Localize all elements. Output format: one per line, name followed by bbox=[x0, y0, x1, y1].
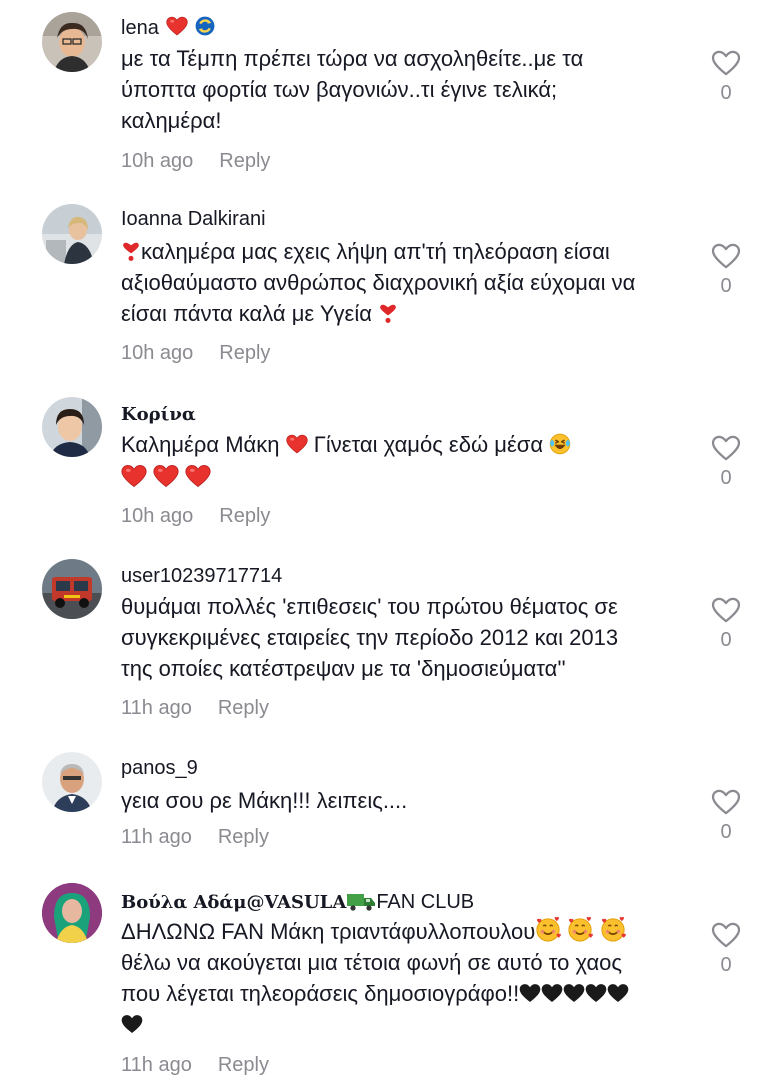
red-heart-icon bbox=[153, 464, 179, 488]
like-count: 0 bbox=[720, 82, 732, 104]
comment-timestamp: 10h ago bbox=[121, 505, 194, 527]
like-button[interactable]: 0 bbox=[708, 50, 744, 105]
comment-text: ΔΗΛΩΝΩ FAN Μάκη τριαντάφυλλοπουλου θέλω … bbox=[121, 916, 691, 1040]
comment-username[interactable]: user10239717714 bbox=[121, 565, 282, 588]
comment-timestamp: 10h ago bbox=[121, 342, 194, 364]
black-heart-icon bbox=[541, 982, 563, 1004]
comment-text: Καλημέρα Μάκη Γίνεται χαμός εδώ μέσα bbox=[121, 429, 691, 493]
comment-text: καλημέρα μας εχεις λήψη απ'τή τηλεόραση … bbox=[121, 239, 636, 326]
comment-username[interactable]: panos_9 bbox=[121, 757, 198, 780]
comment-username[interactable]: lena bbox=[121, 15, 216, 40]
avatar[interactable] bbox=[42, 397, 102, 457]
exclamation-heart-icon bbox=[121, 242, 141, 262]
heart-outline-icon bbox=[711, 50, 741, 76]
like-count: 0 bbox=[720, 467, 732, 489]
reply-button[interactable]: Reply bbox=[218, 826, 269, 848]
smiling-hearts-icon bbox=[600, 916, 626, 942]
reply-button[interactable]: Reply bbox=[218, 697, 269, 719]
heart-outline-icon bbox=[711, 597, 741, 623]
comment-username[interactable]: Βούλα Αδάμ@VASULA FAN CLUB bbox=[121, 890, 474, 914]
comment-meta: 10h ago Reply bbox=[121, 342, 270, 365]
black-heart-icon bbox=[519, 982, 541, 1004]
like-count: 0 bbox=[720, 954, 732, 976]
heart-outline-icon bbox=[711, 789, 741, 815]
truck-icon bbox=[347, 894, 376, 911]
comment-meta: 11h ago Reply bbox=[121, 826, 269, 849]
heart-outline-icon bbox=[711, 243, 741, 269]
exclamation-heart-icon bbox=[378, 304, 398, 324]
like-count: 0 bbox=[720, 821, 732, 843]
comment-text: με τα Τέμπη πρέπει τώρα να ασχοληθείτε..… bbox=[121, 46, 584, 133]
like-button[interactable]: 0 bbox=[708, 243, 744, 298]
comment-meta: 10h ago Reply bbox=[121, 505, 270, 528]
smiling-hearts-icon bbox=[535, 916, 561, 942]
reply-button[interactable]: Reply bbox=[218, 1054, 269, 1076]
comment-meta: 10h ago Reply bbox=[121, 150, 270, 173]
comment-timestamp: 11h ago bbox=[121, 826, 192, 848]
comment-timestamp: 11h ago bbox=[121, 1054, 192, 1076]
like-button[interactable]: 0 bbox=[708, 922, 744, 977]
like-button[interactable]: 0 bbox=[708, 789, 744, 844]
comment-timestamp: 10h ago bbox=[121, 150, 194, 172]
laughing-tears-icon bbox=[549, 433, 571, 455]
reply-button[interactable]: Reply bbox=[219, 505, 270, 527]
red-heart-icon bbox=[286, 433, 308, 455]
red-heart-icon bbox=[166, 15, 188, 37]
heart-outline-icon bbox=[711, 435, 741, 461]
comment-text: γεια σου ρε Μάκη!!! λειπεις.... bbox=[121, 788, 408, 813]
like-count: 0 bbox=[720, 629, 732, 651]
like-count: 0 bbox=[720, 275, 732, 297]
avatar[interactable] bbox=[42, 883, 102, 943]
reply-button[interactable]: Reply bbox=[219, 342, 270, 364]
red-heart-icon bbox=[121, 464, 147, 488]
reply-button[interactable]: Reply bbox=[219, 150, 270, 172]
comment-text: θυμάμαι πολλές 'επιθεσεις' του πρώτου θέ… bbox=[121, 594, 619, 681]
comment-username[interactable]: Κορίνα bbox=[121, 404, 196, 425]
smiling-hearts-icon bbox=[567, 916, 593, 942]
comment-username[interactable]: Ioanna Dalkirani bbox=[121, 208, 266, 231]
avatar[interactable] bbox=[42, 204, 102, 264]
like-button[interactable]: 0 bbox=[708, 435, 744, 490]
heart-outline-icon bbox=[711, 922, 741, 948]
avatar[interactable] bbox=[42, 12, 102, 72]
comment-timestamp: 11h ago bbox=[121, 697, 192, 719]
red-heart-icon bbox=[185, 464, 211, 488]
black-heart-icon bbox=[585, 982, 607, 1004]
comment-meta: 11h ago Reply bbox=[121, 697, 269, 720]
avatar[interactable] bbox=[42, 752, 102, 812]
comment-meta: 11h ago Reply bbox=[121, 1054, 269, 1077]
avatar[interactable] bbox=[42, 559, 102, 619]
like-button[interactable]: 0 bbox=[708, 597, 744, 652]
black-heart-icon bbox=[563, 982, 585, 1004]
black-heart-icon bbox=[607, 982, 629, 1004]
recycle-icon bbox=[194, 15, 216, 37]
black-heart-icon bbox=[121, 1013, 143, 1035]
